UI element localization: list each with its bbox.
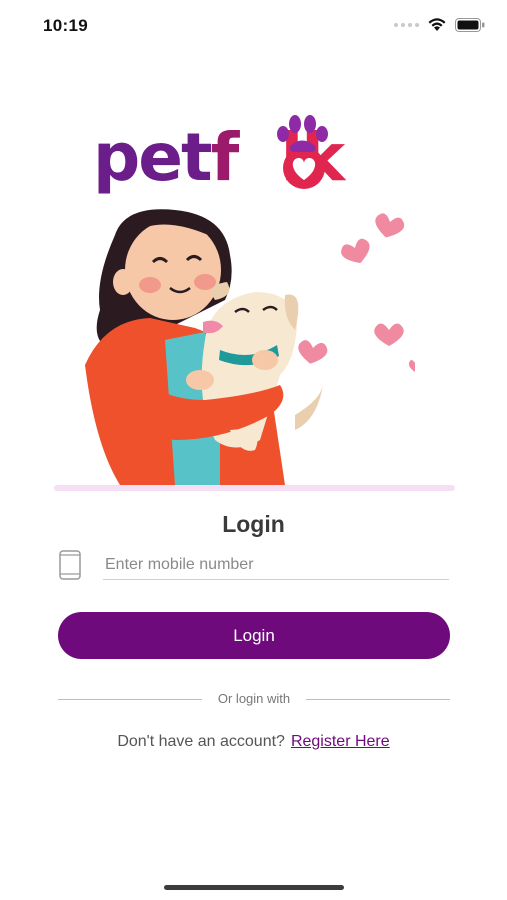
heart-decoration-icon — [374, 323, 404, 346]
petfolk-logo: petfolk — [93, 112, 413, 197]
no-account-text: Don't have an account? — [117, 733, 285, 750]
heart-decoration-icon — [341, 238, 370, 264]
mobile-number-input[interactable] — [105, 552, 449, 578]
mobile-number-field — [57, 547, 449, 581]
signal-dots-icon — [394, 22, 419, 27]
status-bar: 10:19 — [0, 0, 507, 52]
login-title: Login — [222, 511, 285, 537]
heart-decoration-icon — [298, 340, 328, 364]
register-here-link[interactable]: Register Here — [291, 733, 390, 750]
or-login-with-divider: Or login with — [58, 690, 450, 710]
hero-divider — [54, 485, 455, 491]
login-button[interactable]: Login — [58, 612, 450, 659]
logo-paw-heart-icon — [277, 115, 328, 189]
logo-text-f: f — [210, 119, 240, 196]
mobile-number-underline — [103, 579, 449, 580]
mobile-phone-icon — [59, 550, 81, 580]
heart-decoration-icon — [408, 360, 415, 372]
register-row: Don't have an account? Register Here — [0, 733, 507, 751]
battery-icon — [455, 17, 485, 32]
status-icons — [394, 17, 485, 32]
hero-illustration — [85, 209, 415, 485]
status-time: 10:19 — [43, 16, 88, 35]
home-indicator[interactable] — [164, 885, 344, 890]
wifi-icon — [428, 18, 446, 31]
heart-decoration-icon — [375, 213, 405, 238]
divider-line-right — [306, 699, 450, 700]
logo-text-pet: pet — [93, 119, 213, 196]
